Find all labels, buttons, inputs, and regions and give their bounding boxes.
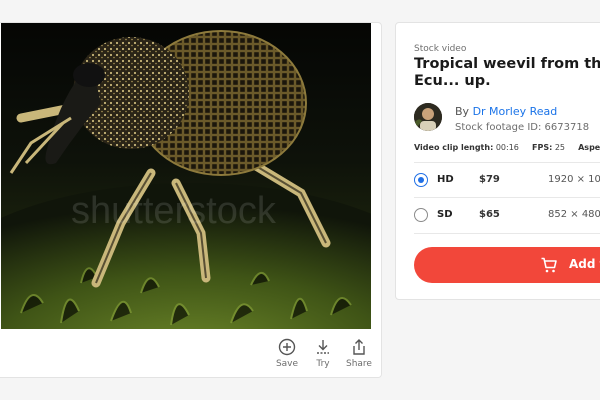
stock-footage-id: Stock footage ID: 6673718	[455, 122, 590, 133]
fps-value: 25	[554, 143, 566, 152]
option-price: $65	[479, 209, 500, 220]
add-to-cart-label: Add to	[569, 257, 600, 271]
plus-circle-icon	[278, 338, 296, 356]
length-label: Video clip length:	[414, 143, 494, 152]
fps-label: FPS:	[531, 143, 553, 152]
divider	[414, 233, 600, 234]
divider	[414, 197, 600, 198]
try-button[interactable]: Try	[307, 337, 339, 369]
clip-meta: Video clip length: 00:16 FPS: 25 Aspect …	[414, 143, 600, 152]
weevil-image: shutterstock	[1, 23, 371, 329]
length-value: 00:16	[495, 143, 519, 152]
video-title: Tropical weevil from the Ecu... up.	[414, 56, 600, 89]
svg-text:shutterstock: shutterstock	[71, 190, 277, 232]
video-thumbnail[interactable]: shutterstock	[1, 23, 371, 329]
aspect-label: Aspect ratio:	[578, 143, 600, 152]
save-label: Save	[275, 359, 299, 369]
author-row: By Dr Morley Read Stock footage ID: 6673…	[414, 103, 600, 135]
option-name: HD	[437, 174, 454, 185]
author-avatar[interactable]	[414, 103, 442, 131]
share-label: Share	[346, 359, 372, 369]
try-label: Try	[316, 359, 330, 369]
download-icon	[317, 340, 329, 354]
divider	[414, 162, 600, 163]
option-resolution: 1920 × 1080	[548, 174, 600, 185]
author-link[interactable]: Dr Morley Read	[473, 105, 558, 118]
option-sd[interactable]: SD $65 852 × 480	[414, 204, 600, 228]
add-to-cart-button[interactable]: Add to	[414, 247, 600, 283]
cart-icon	[541, 257, 557, 273]
purchase-panel: Stock video Tropical weevil from the Ecu…	[395, 22, 600, 300]
save-button[interactable]: Save	[271, 337, 303, 369]
video-actions-bar: Save Try Share	[0, 329, 381, 377]
option-hd[interactable]: HD $79 1920 × 1080	[414, 169, 600, 193]
sd-radio[interactable]	[414, 208, 428, 222]
author-line: By Dr Morley Read	[455, 105, 557, 118]
by-prefix: By	[455, 105, 470, 118]
option-resolution: 852 × 480	[548, 209, 600, 220]
content-type-label: Stock video	[414, 44, 467, 54]
option-name: SD	[437, 209, 453, 220]
option-price: $79	[479, 174, 500, 185]
share-button[interactable]: Share	[343, 337, 375, 369]
hd-radio[interactable]	[414, 173, 428, 187]
share-icon	[353, 339, 365, 355]
video-preview-card: shutterstock Save Try Share	[0, 22, 382, 378]
